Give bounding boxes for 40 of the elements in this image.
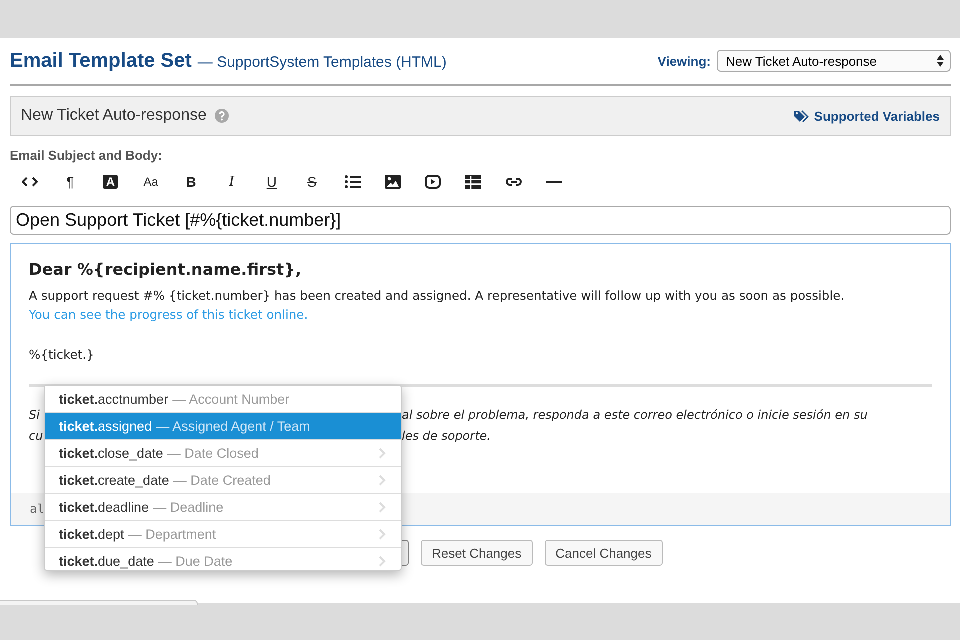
tags-icon [794, 110, 810, 122]
template-select[interactable]: New Ticket Auto-response [717, 50, 951, 72]
strikethrough-button[interactable]: S [292, 168, 332, 196]
paragraph-fragment: Si [29, 408, 40, 424]
video-icon [425, 175, 442, 189]
action-button[interactable]: Cancel Changes [544, 540, 663, 566]
paragraph-fragment: cu [29, 429, 44, 445]
action-button[interactable]: Reset Changes [421, 540, 533, 566]
bold-button[interactable]: B [171, 168, 212, 196]
italic-button[interactable]: I [211, 168, 252, 196]
field-label: Email Subject and Body: [10, 148, 164, 163]
suggestion-item[interactable]: ticket.due_date — Due Date [45, 548, 401, 570]
suggestion-item[interactable]: ticket.deadline — Deadline [45, 494, 401, 521]
subject-field[interactable]: Open Support Ticket [#%{ticket.number}] [10, 206, 951, 235]
bullet-list-icon [344, 175, 361, 189]
viewing-label: Viewing: [658, 54, 711, 68]
supported-variables-link[interactable]: Supported Variables [794, 108, 940, 124]
underline-button[interactable]: U [252, 168, 292, 196]
status-text: al [30, 502, 44, 516]
suggestion-item[interactable]: ticket.close_date — Date Closed [45, 440, 401, 467]
image-icon [384, 175, 401, 189]
suggestion-item[interactable]: ticket.assigned — Assigned Agent / Team [45, 413, 401, 440]
panel-title: New Ticket Auto-response [21, 107, 207, 125]
paragraph-fragment: les de soporte. [402, 429, 491, 445]
help-icon [214, 109, 229, 123]
paragraph-fragment: al sobre el problema, responda a este correo electrónico o inicie sesión en su [402, 408, 868, 424]
page-title: Email Template Set [10, 50, 192, 72]
paragraph-button[interactable]: ¶ [50, 168, 91, 196]
suggestion-item[interactable]: ticket.create_date — Date Created [45, 467, 401, 494]
email-greeting: Dear %{recipient.name.first}, [29, 260, 303, 279]
typed-variable: %{ticket.} [29, 348, 96, 362]
suggestion-item[interactable]: ticket.dept — Department [45, 521, 401, 548]
code-icon [22, 175, 38, 189]
table-icon [465, 175, 482, 189]
link-icon [506, 175, 522, 189]
text-color-button[interactable]: A [90, 168, 131, 196]
template-set-name: — SupportSystem Templates (HTML) [198, 54, 447, 70]
email-paragraph: A support request #% {ticket.number} has been created and assigned. A representative will follow up with you as soon as possible. [29, 289, 846, 303]
font-size-button[interactable]: Aa [130, 168, 172, 196]
updown-arrows-icon [937, 55, 944, 67]
